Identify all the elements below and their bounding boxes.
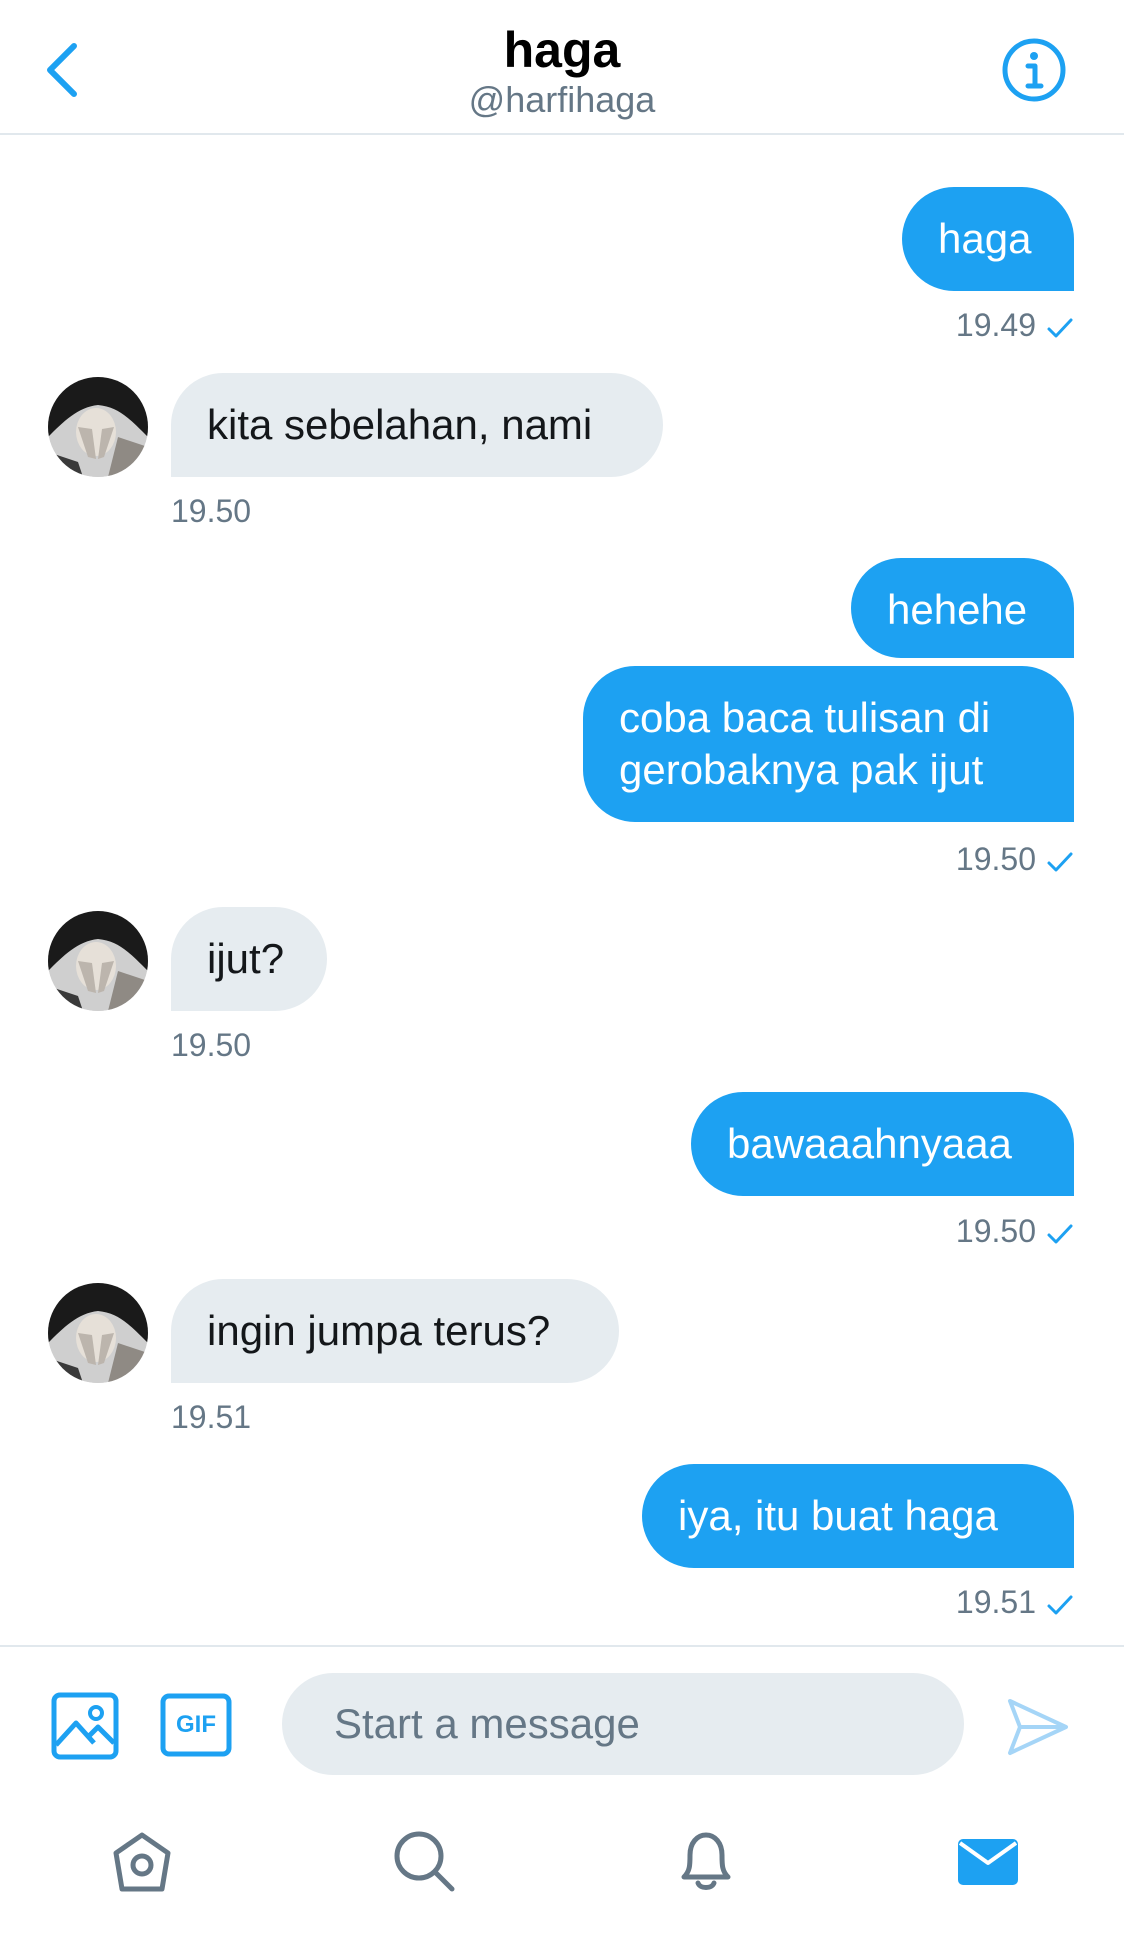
sender-avatar[interactable] (48, 377, 148, 477)
outgoing-message-bubble[interactable]: coba baca tulisan di gerobaknya pak ijut (583, 666, 1074, 822)
message-text-line: coba baca tulisan di (619, 694, 991, 741)
message-text: iya, itu buat haga (678, 1492, 998, 1539)
message-text-line: gerobaknya pak ijut (619, 746, 984, 793)
avatar-photo (48, 377, 148, 477)
message-timestamp: 19.51 (874, 1582, 1074, 1622)
outgoing-message-bubble[interactable]: haga (902, 187, 1074, 291)
message-timestamp: 19.50 (874, 839, 1074, 879)
message-composer: GIF (0, 1645, 1124, 1785)
home-icon (113, 1832, 171, 1892)
sender-avatar[interactable] (48, 1283, 148, 1383)
message-thread[interactable]: haga 19.49 kita sebelahan, nami 19.50 he… (0, 135, 1124, 1645)
message-timestamp: 19.50 (171, 1027, 252, 1063)
message-input[interactable] (282, 1673, 964, 1775)
read-check-icon (1047, 852, 1073, 872)
search-icon (394, 1831, 455, 1892)
incoming-message-bubble[interactable]: kita sebelahan, nami (171, 373, 663, 477)
avatar-photo (48, 911, 148, 1011)
sender-avatar[interactable] (48, 911, 148, 1011)
info-icon (1002, 38, 1066, 102)
home-tab[interactable] (106, 1825, 178, 1897)
message-timestamp: 19.50 (171, 493, 252, 529)
message-text: bawaaahnyaaa (727, 1120, 1012, 1167)
gif-label: GIF (176, 1711, 216, 1738)
add-photo-button[interactable] (50, 1691, 120, 1761)
message-text: ijut? (207, 935, 285, 982)
read-check-icon (1047, 318, 1073, 338)
messages-tab[interactable] (952, 1825, 1024, 1897)
incoming-message-bubble[interactable]: ingin jumpa terus? (171, 1279, 619, 1383)
image-icon (51, 1692, 119, 1760)
message-timestamp: 19.50 (874, 1211, 1074, 1251)
message-text: ingin jumpa terus? (207, 1307, 551, 1354)
message-text: hehehe (887, 586, 1028, 633)
send-icon (1008, 1699, 1068, 1755)
incoming-message-bubble[interactable]: ijut? (171, 907, 327, 1011)
add-gif-button[interactable]: GIF (160, 1693, 232, 1757)
outgoing-message-bubble[interactable]: hehehe (851, 558, 1074, 658)
bottom-tab-bar (0, 1785, 1124, 1944)
send-button[interactable] (1006, 1695, 1070, 1759)
conversation-handle: @harfihaga (468, 79, 656, 120)
avatar-photo (48, 1283, 148, 1383)
bell-icon (681, 1832, 731, 1890)
message-text: haga (938, 215, 1032, 262)
search-tab[interactable] (388, 1825, 460, 1897)
read-check-icon (1047, 1595, 1073, 1615)
read-check-icon (1047, 1224, 1073, 1244)
conversation-header: haga @harfihaga (0, 0, 1124, 135)
info-button[interactable] (1000, 36, 1068, 104)
envelope-icon (958, 1839, 1018, 1885)
conversation-name: haga (503, 22, 621, 78)
notifications-tab[interactable] (670, 1825, 742, 1897)
message-text: kita sebelahan, nami (207, 401, 593, 448)
message-timestamp: 19.51 (171, 1399, 252, 1435)
message-timestamp: 19.49 (874, 305, 1074, 345)
outgoing-message-bubble[interactable]: bawaaahnyaaa (691, 1092, 1074, 1196)
outgoing-message-bubble[interactable]: iya, itu buat haga (642, 1464, 1074, 1568)
